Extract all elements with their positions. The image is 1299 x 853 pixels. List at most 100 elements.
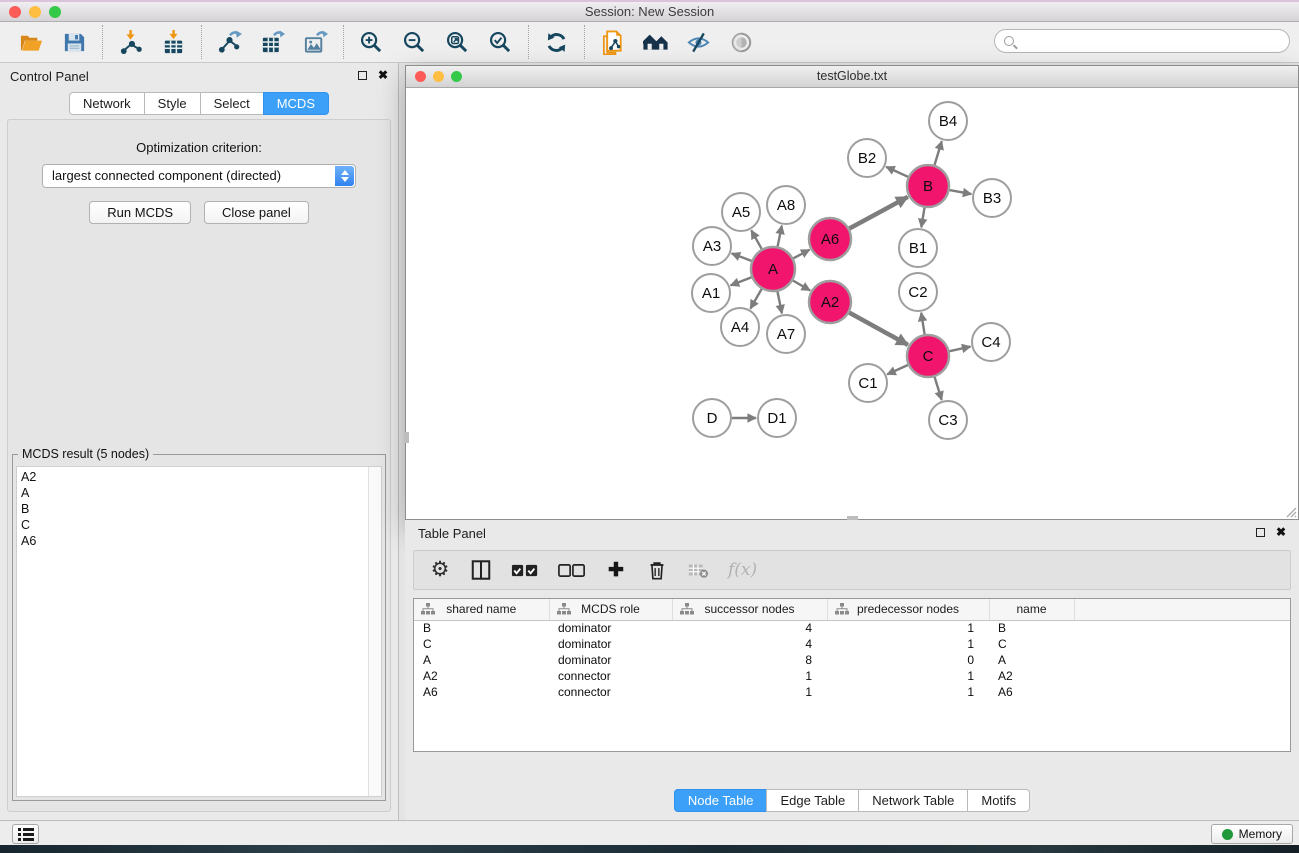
memory-button[interactable]: Memory (1211, 824, 1293, 844)
save-session-icon[interactable] (61, 29, 88, 56)
close-panel-button[interactable]: Close panel (204, 201, 309, 224)
run-mcds-button[interactable]: Run MCDS (89, 201, 191, 224)
result-item[interactable]: A (21, 485, 381, 501)
node-B[interactable]: B (907, 165, 949, 207)
table-cell[interactable]: 1 (827, 684, 989, 700)
node-B3[interactable]: B3 (973, 179, 1011, 217)
edge-C-C1[interactable] (887, 365, 908, 374)
node-C4[interactable]: C4 (972, 323, 1010, 361)
edge-B-B1[interactable] (921, 208, 924, 228)
settings-icon[interactable]: ⚙ (429, 557, 451, 583)
table-cell[interactable]: dominator (549, 620, 672, 636)
table-row[interactable]: A6connector11A6 (414, 684, 1290, 700)
table-cell[interactable]: 1 (827, 620, 989, 636)
task-history-button[interactable] (12, 824, 39, 844)
table-cell[interactable]: 4 (672, 636, 827, 652)
tab-network-table[interactable]: Network Table (858, 789, 967, 812)
delete-row-icon[interactable] (646, 557, 668, 583)
table-row[interactable]: A2connector11A2 (414, 668, 1290, 684)
edge-A-A1[interactable] (731, 277, 752, 285)
node-A2[interactable]: A2 (809, 281, 851, 323)
export-image-icon[interactable] (302, 29, 329, 56)
hide-panels-icon[interactable] (685, 29, 712, 56)
table-cell[interactable]: 0 (827, 652, 989, 668)
node-A8[interactable]: A8 (767, 186, 805, 224)
import-network-icon[interactable] (117, 29, 144, 56)
result-item[interactable]: A2 (21, 469, 381, 485)
table-cell[interactable]: A2 (989, 668, 1074, 684)
edge-B-B4[interactable] (935, 141, 942, 165)
table-close-panel-icon[interactable]: ✖ (1276, 527, 1286, 537)
table-cell[interactable]: 1 (672, 684, 827, 700)
close-panel-icon[interactable]: ✖ (378, 70, 388, 80)
edge-A6-B[interactable] (849, 197, 907, 229)
close-window-button[interactable] (9, 6, 21, 18)
table-cell[interactable]: B (989, 620, 1074, 636)
edge-A2-C[interactable] (849, 313, 908, 345)
network-graph[interactable]: B4B2BB3B1A5A8A6A3AA1A4A7A2C2C4CC1C3DD1 (406, 88, 1298, 519)
node-C1[interactable]: C1 (849, 364, 887, 402)
node-A5[interactable]: A5 (722, 193, 760, 231)
home-icon[interactable] (642, 29, 669, 56)
tab-motifs[interactable]: Motifs (967, 789, 1030, 812)
node-B4[interactable]: B4 (929, 102, 967, 140)
tab-style[interactable]: Style (144, 92, 200, 115)
edge-A-A2[interactable] (793, 281, 810, 291)
table-cell[interactable]: 1 (827, 668, 989, 684)
refresh-icon[interactable] (543, 29, 570, 56)
table-cell[interactable]: C (414, 636, 549, 652)
table-cell[interactable]: C (989, 636, 1074, 652)
edge-A-A7[interactable] (778, 292, 782, 314)
column-header-predecessor-nodes[interactable]: predecessor nodes (827, 599, 989, 620)
network-minimize-button[interactable] (433, 71, 444, 82)
float-panel-icon[interactable] (358, 71, 367, 80)
mcds-result-list[interactable]: A2ABCA6 (16, 466, 382, 797)
network-window-titlebar[interactable]: testGlobe.txt (406, 66, 1298, 88)
column-header-shared-name[interactable]: shared name (414, 599, 549, 620)
edge-B-B3[interactable] (950, 190, 972, 194)
zoom-window-button[interactable] (49, 6, 61, 18)
network-snapshot-icon[interactable] (599, 29, 626, 56)
resize-grip-icon[interactable] (1284, 505, 1297, 518)
network-zoom-button[interactable] (451, 71, 462, 82)
table-cell[interactable]: dominator (549, 652, 672, 668)
edge-A-A5[interactable] (751, 230, 761, 249)
table-cell[interactable]: A (989, 652, 1074, 668)
table-cell[interactable]: A6 (414, 684, 549, 700)
table-float-panel-icon[interactable] (1256, 528, 1265, 537)
import-table-icon[interactable] (160, 29, 187, 56)
edge-A-A8[interactable] (778, 226, 782, 247)
column-header-successor-nodes[interactable]: successor nodes (672, 599, 827, 620)
table-cell[interactable]: 8 (672, 652, 827, 668)
network-canvas[interactable]: B4B2BB3B1A5A8A6A3AA1A4A7A2C2C4CC1C3DD1 (406, 88, 1298, 519)
search-input[interactable] (1020, 33, 1289, 50)
edge-C-C4[interactable] (950, 347, 971, 352)
table-cell[interactable]: dominator (549, 636, 672, 652)
select-all-icon[interactable] (511, 557, 539, 583)
result-item[interactable]: B (21, 501, 381, 517)
network-close-button[interactable] (415, 71, 426, 82)
criterion-select[interactable]: largest connected component (directed) (42, 164, 356, 188)
zoom-selected-icon[interactable] (487, 29, 514, 56)
search-field[interactable] (994, 29, 1290, 53)
show-columns-icon[interactable] (470, 557, 492, 583)
edge-C-C2[interactable] (921, 313, 924, 335)
column-header-MCDS-role[interactable]: MCDS role (549, 599, 672, 620)
node-A[interactable]: A (751, 247, 795, 291)
zoom-out-icon[interactable] (401, 29, 428, 56)
tab-select[interactable]: Select (200, 92, 263, 115)
tab-node-table[interactable]: Node Table (674, 789, 767, 812)
node-A3[interactable]: A3 (693, 227, 731, 265)
minimize-window-button[interactable] (29, 6, 41, 18)
add-row-icon[interactable]: ✚ (605, 557, 627, 583)
result-item[interactable]: C (21, 517, 381, 533)
zoom-in-icon[interactable] (358, 29, 385, 56)
node-A6[interactable]: A6 (809, 218, 851, 260)
node-table[interactable]: shared nameMCDS rolesuccessor nodesprede… (413, 598, 1291, 752)
result-item[interactable]: A6 (21, 533, 381, 549)
edge-C-C3[interactable] (935, 377, 942, 400)
column-header-name[interactable]: name (989, 599, 1074, 620)
table-cell[interactable]: A (414, 652, 549, 668)
table-row[interactable]: Bdominator41B (414, 620, 1290, 636)
open-file-icon[interactable] (18, 29, 45, 56)
